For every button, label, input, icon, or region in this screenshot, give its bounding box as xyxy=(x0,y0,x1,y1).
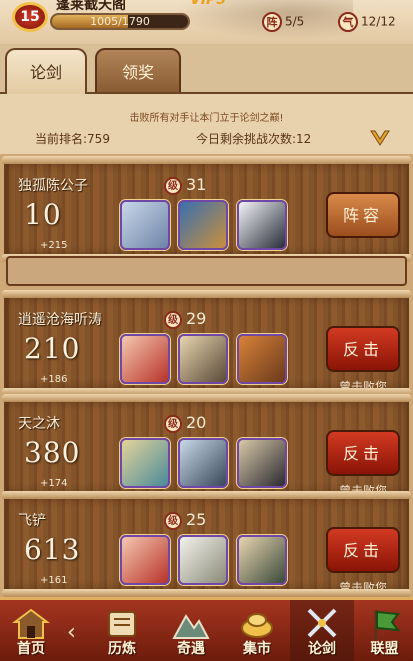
opponent-card: 天之沐 级20 380 +174 反击 曾击败您 xyxy=(2,394,411,500)
opponent-level-value: 29 xyxy=(186,309,207,328)
current-rank: 当前排名:759 xyxy=(35,132,110,146)
level-icon: 级 xyxy=(164,310,182,329)
formation-icon: 阵 xyxy=(262,12,282,32)
gold-icon xyxy=(241,613,273,638)
chevron-down-icon[interactable] xyxy=(370,129,390,147)
opponent-rank-value: 613 xyxy=(24,533,81,566)
info-panel: 击败所有对手让本门立于论剑之巅! 当前排名:759 今日剩余挑战次数:12 xyxy=(0,92,413,154)
opponent-level: 级 20 xyxy=(164,413,206,433)
formation-count: 5/5 xyxy=(285,14,305,29)
nav-market[interactable]: 集市 xyxy=(226,600,288,661)
hero-portrait[interactable] xyxy=(178,334,228,384)
hero-portrait[interactable] xyxy=(120,334,170,384)
nav-home[interactable]: 首页 xyxy=(0,600,62,661)
remaining-challenges: 今日剩余挑战次数:12 xyxy=(196,132,312,146)
formation-stat: 阵 5/5 xyxy=(262,12,304,32)
scroll-rod xyxy=(2,491,411,499)
hero-portrait[interactable] xyxy=(178,200,228,250)
bottom-nav: 首页 ‹ 历炼 奇遇 集市 论剑 联盟 xyxy=(0,597,413,661)
opponent-rank-delta: +174 xyxy=(40,478,68,489)
scroll-rod xyxy=(2,589,411,597)
level-icon: 级 xyxy=(164,176,182,195)
nav-duel[interactable]: 论剑 xyxy=(290,600,354,661)
hero-portrait[interactable] xyxy=(120,200,170,250)
opponent-level-value: 31 xyxy=(186,175,207,194)
opponent-name: 飞铲 xyxy=(18,513,46,529)
tagline: 击败所有对手让本门立于论剑之巅! xyxy=(129,113,284,124)
energy-count: 12/12 xyxy=(361,14,396,29)
level-icon: 级 xyxy=(164,414,182,433)
view-formation-button[interactable]: 阵容 xyxy=(326,192,400,238)
banner-icon xyxy=(374,610,400,640)
opponent-name: 逍遥沧海听涛 xyxy=(18,312,102,328)
hero-portrait[interactable] xyxy=(120,438,170,488)
hero-portrait[interactable] xyxy=(237,438,287,488)
hero-portrait[interactable] xyxy=(178,438,228,488)
nav-alliance[interactable]: 联盟 xyxy=(356,600,413,661)
nav-label: 联盟 xyxy=(370,641,399,657)
hero-portrait[interactable] xyxy=(237,334,287,384)
scroll-rod xyxy=(2,394,411,402)
top-status-bar: 15 蓬莱截天阁 1005/1790 VIP5 阵 5/5 气 12/12 xyxy=(0,0,413,44)
vip-badge[interactable]: VIP5 xyxy=(190,0,226,8)
hero-portrait[interactable] xyxy=(178,535,228,585)
opponent-rank-value: 10 xyxy=(24,198,62,231)
opponent-rank-delta: +161 xyxy=(40,575,68,586)
opponent-level: 级 29 xyxy=(164,309,206,329)
opponent-card: 飞铲 级 25 613 +161 反击 曾击败您 xyxy=(2,491,411,597)
counterattack-button[interactable]: 反击 xyxy=(326,527,400,573)
opponent-name: 独孤陈公子 xyxy=(18,178,88,194)
nav-label: 论剑 xyxy=(308,641,336,657)
hero-portrait[interactable] xyxy=(237,535,287,585)
divider-plank xyxy=(6,256,407,286)
energy-icon: 气 xyxy=(338,12,358,32)
level-icon: 级 xyxy=(164,511,182,530)
energy-stat: 气 12/12 xyxy=(338,12,396,32)
nav-label: 奇遇 xyxy=(177,641,205,657)
opponent-name: 天之沐 xyxy=(18,416,60,432)
tab-bar: 论剑 领奖 xyxy=(0,44,413,94)
hero-portrait[interactable] xyxy=(237,200,287,250)
nav-label: 集市 xyxy=(243,641,271,657)
xp-bar: 1005/1790 xyxy=(50,13,190,30)
opponent-card: 逍遥沧海听涛 级 29 210 +186 反击 曾击败您 xyxy=(2,290,411,396)
scroll-icon xyxy=(108,611,136,637)
tab-duel[interactable]: 论剑 xyxy=(5,48,87,94)
opponent-level-value: 20 xyxy=(186,413,207,432)
opponent-card: 独孤陈公子 级 31 10 +215 阵容 xyxy=(2,156,411,262)
player-level-badge[interactable]: 15 xyxy=(12,2,48,32)
opponent-list: 独孤陈公子 级 31 10 +215 阵容 逍遥沧海听涛 级 29 210 +186… xyxy=(0,154,413,597)
hero-portrait[interactable] xyxy=(120,535,170,585)
nav-training[interactable]: 历炼 xyxy=(90,600,154,661)
scroll-rod xyxy=(2,290,411,298)
player-name: 蓬莱截天阁 xyxy=(56,0,126,13)
nav-adventure[interactable]: 奇遇 xyxy=(158,600,224,661)
opponent-rank-value: 380 xyxy=(24,436,81,469)
scroll-rod xyxy=(2,156,411,164)
xp-text: 1005/1790 xyxy=(90,15,150,28)
opponent-rank-value: 210 xyxy=(24,332,81,365)
counterattack-button[interactable]: 反击 xyxy=(326,430,400,476)
nav-label: 首页 xyxy=(17,641,45,657)
tab-rewards[interactable]: 领奖 xyxy=(95,48,181,94)
counterattack-button[interactable]: 反击 xyxy=(326,326,400,372)
chevron-left-icon[interactable]: ‹ xyxy=(67,620,76,645)
opponent-rank-delta: +186 xyxy=(40,374,68,385)
mountain-icon xyxy=(172,614,210,639)
opponent-level: 级 25 xyxy=(164,510,206,530)
opponent-level: 级 31 xyxy=(164,175,206,195)
opponent-level-value: 25 xyxy=(186,510,207,529)
nav-label: 历炼 xyxy=(108,641,136,657)
swords-icon xyxy=(307,608,337,638)
home-icon xyxy=(12,608,50,639)
opponent-rank-delta: +215 xyxy=(40,240,68,251)
